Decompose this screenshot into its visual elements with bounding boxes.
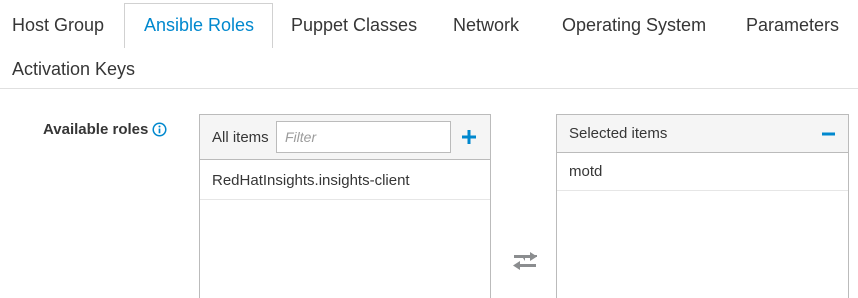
transfer-arrows-icon xyxy=(513,252,537,270)
minus-icon[interactable] xyxy=(822,127,836,141)
available-roles-label: Available roles xyxy=(43,121,149,138)
list-item[interactable]: motd xyxy=(557,153,848,191)
available-items-header: All items xyxy=(200,115,490,160)
tab-network[interactable]: Network xyxy=(453,14,519,36)
tab-parameters[interactable]: Parameters xyxy=(746,14,839,36)
selected-items-label: Selected items xyxy=(569,125,668,142)
selected-items-panel: Selected items motd xyxy=(556,114,849,298)
available-items-panel: All items RedHatInsights.insights-client xyxy=(199,114,491,298)
tab-host-group[interactable]: Host Group xyxy=(12,14,104,36)
tab-bar: Host Group Ansible Roles Puppet Classes … xyxy=(0,0,858,89)
list-item[interactable]: RedHatInsights.insights-client xyxy=(200,161,490,200)
all-items-label: All items xyxy=(212,129,269,146)
filter-input[interactable] xyxy=(276,121,451,153)
tab-operating-system[interactable]: Operating System xyxy=(562,14,706,36)
tab-ansible-roles[interactable]: Ansible Roles xyxy=(144,14,254,36)
tab-activation-keys[interactable]: Activation Keys xyxy=(12,58,135,80)
selected-items-header: Selected items xyxy=(557,115,848,153)
plus-icon[interactable] xyxy=(461,129,477,145)
info-circle-icon[interactable] xyxy=(152,122,167,137)
tab-puppet-classes[interactable]: Puppet Classes xyxy=(291,14,417,36)
